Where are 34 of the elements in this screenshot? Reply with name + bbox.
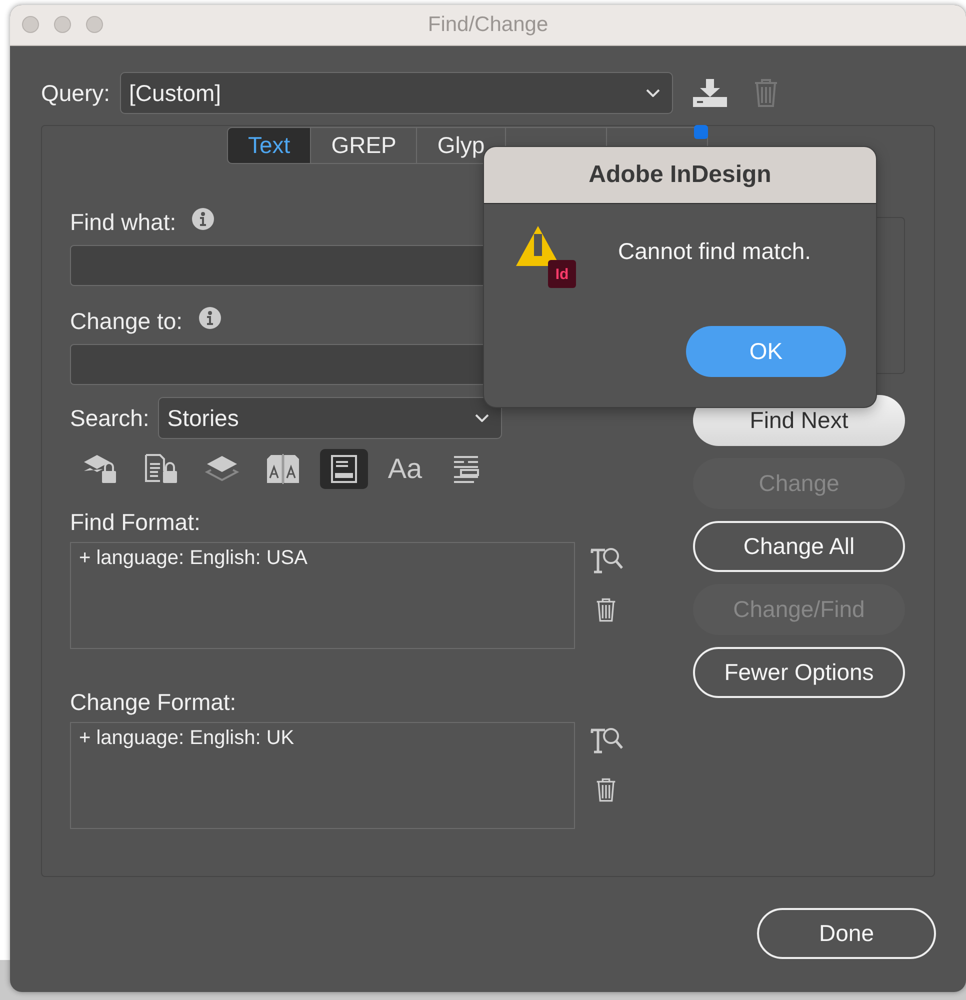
locked-layers-icon xyxy=(82,454,118,484)
action-button[interactable]: Change All xyxy=(693,521,905,572)
window-title: Find/Change xyxy=(428,13,548,37)
format-entry: + language: English: USA xyxy=(79,547,308,570)
search-dropdown[interactable]: Stories xyxy=(158,397,502,439)
find-what-label: Find what: xyxy=(70,208,176,236)
info-icon[interactable] xyxy=(192,208,214,230)
format-search-icon[interactable] xyxy=(589,726,623,756)
tab[interactable]: GREP xyxy=(311,127,418,164)
format-search-icon[interactable] xyxy=(589,546,623,576)
delete-icon[interactable] xyxy=(596,598,616,622)
info-icon[interactable] xyxy=(198,307,221,329)
delete-icon[interactable] xyxy=(596,778,616,802)
case-toggle[interactable]: Aa xyxy=(381,449,429,489)
format-label: Find Format: xyxy=(70,509,202,536)
chevron-icon xyxy=(475,414,490,422)
pages-icon xyxy=(265,454,301,484)
layers-icon xyxy=(204,454,240,484)
chevron-icon xyxy=(646,89,660,97)
alert-title: Adobe InDesign xyxy=(588,161,772,189)
format-entry: + language: English: UK xyxy=(79,727,294,750)
tab[interactable]: Text xyxy=(227,127,312,164)
query-dropdown[interactable]: [Custom] xyxy=(120,72,674,114)
format-label: Change Format: xyxy=(70,689,238,716)
save-icon[interactable] xyxy=(693,79,728,107)
search-label: Search: xyxy=(70,404,150,432)
locked-document-icon xyxy=(143,454,179,484)
change-to-label: Change to: xyxy=(70,308,183,334)
app-badge: Id xyxy=(548,260,576,288)
action-button[interactable]: Fewer Options xyxy=(693,647,905,698)
alert-message: Cannot find match. xyxy=(618,238,812,264)
query-label: Query: xyxy=(41,80,110,106)
done-button[interactable]: Done xyxy=(757,908,936,959)
footnotes-toggle[interactable] xyxy=(320,449,368,489)
